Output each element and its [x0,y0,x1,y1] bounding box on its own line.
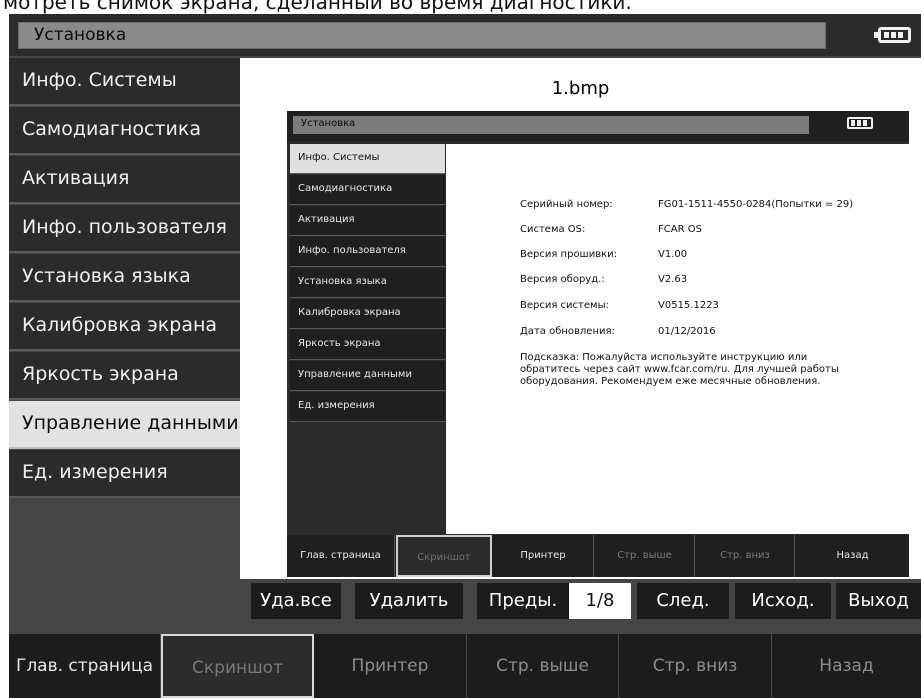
info-key: Версия оборуд.: [520,274,605,285]
info-value: FCAR OS [658,224,702,235]
menu-item-label: Активация [22,167,130,189]
screenshot-preview: Установка Инфо. Системы Самодиагностика … [287,111,909,577]
menu-item-data-management[interactable]: Управление данными [9,401,240,449]
menu-item-label: Калибровка экрана [22,314,218,336]
info-value: V2.63 [658,274,688,285]
preview-menu-label: Установка языка [298,276,387,287]
menu-item-label: Самодиагностика [22,118,202,140]
preview-menu-item: Ед. измерения [290,392,445,422]
preview-title: Установка [301,118,356,129]
preview-menu-item: Управление данными [290,361,445,391]
next-button[interactable]: След. [637,583,729,619]
settings-menu: Инфо. Системы Самодиагностика Активация … [9,58,240,499]
page-title: Установка [34,25,127,45]
menu-item-label: Инфо. Системы [22,69,177,91]
page: мотреть снимок экрана, сделанный во врем… [0,0,921,698]
preview-menu-label: Управление данными [298,369,412,380]
preview-header: Установка [287,111,909,141]
header-bar: Установка [9,14,921,56]
caption: мотреть снимок экрана, сделанный во врем… [0,0,921,14]
prev-button[interactable]: Преды. [477,583,569,619]
preview-bottom-bar: Глав. страница Скриншот Принтер Стр. выш… [287,535,909,577]
preview-home-button: Глав. страница [287,535,395,577]
delete-button[interactable]: Удалить [355,583,463,619]
device-screen: Установка Инфо. Системы Самодиагностика … [9,14,921,698]
info-key: Система OS: [520,224,586,235]
info-key: Дата обновления: [520,326,615,337]
preview-menu-label: Инфо. пользователя [298,245,406,256]
caption-text: мотреть снимок экрана, сделанный во врем… [3,0,632,14]
preview-menu-item: Инфо. пользователя [290,237,445,267]
preview-page-down-button: Стр. вниз [696,535,795,577]
info-value: V1.00 [658,249,688,260]
info-key: Версия прошивки: [520,249,618,260]
info-value: 01/12/2016 [658,326,716,337]
battery-icon [874,27,911,43]
menu-item-label: Яркость экрана [22,363,179,385]
preview-page-up-button: Стр. выше [595,535,695,577]
menu-item-label: Ед. измерения [22,461,168,483]
preview-menu-label: Инфо. Системы [298,152,380,163]
first-button[interactable]: Исход. [735,583,831,619]
preview-menu-item: Установка языка [290,268,445,298]
preview-printer-button: Принтер [493,535,594,577]
preview-menu-item: Инфо. Системы [290,144,445,174]
exit-button[interactable]: Выход [836,583,921,619]
preview-info-panel: Серийный номер: FG01-1511-4550-0284(Попы… [446,144,909,534]
preview-menu-item: Самодиагностика [290,175,445,205]
menu-item-user-info[interactable]: Инфо. пользователя [9,205,240,253]
preview-menu-label: Ед. измерения [298,400,375,411]
menu-item-units[interactable]: Ед. измерения [9,450,240,498]
menu-item-activation[interactable]: Активация [9,156,240,204]
preview-back-button: Назад [836,550,869,561]
printer-button[interactable]: Принтер [314,634,467,698]
menu-item-label: Установка языка [22,265,191,287]
info-value: V0515.1223 [658,300,719,311]
info-hint: Подсказка: Пожалуйста используйте инстру… [520,352,839,387]
preview-title-bar: Установка [293,116,809,134]
preview-menu-label: Активация [298,214,355,225]
preview-menu-label: Калибровка экрана [298,307,401,318]
screenshot-button[interactable]: Скриншот [161,634,314,698]
menu-item-label: Управление данными [22,412,239,434]
file-name: 1.bmp [551,78,610,99]
menu-item-calibration[interactable]: Калибровка экрана [9,303,240,351]
title-bar: Установка [18,22,826,49]
page-down-button[interactable]: Стр. вниз [619,634,772,698]
menu-item-system-info[interactable]: Инфо. Системы [9,58,240,106]
bottom-toolbar: Глав. страница Скриншот Принтер Стр. выш… [9,634,921,698]
info-key: Версия системы: [520,300,609,311]
page-up-button[interactable]: Стр. выше [467,634,619,698]
preview-battery-icon [847,117,873,129]
preview-menu-label: Самодиагностика [298,183,393,194]
menu-item-self-test[interactable]: Самодиагностика [9,107,240,155]
preview-menu: Инфо. Системы Самодиагностика Активация … [290,144,445,423]
home-button[interactable]: Глав. страница [9,634,161,698]
preview-menu-label: Яркость экрана [298,338,381,349]
info-key: Серийный номер: [520,199,613,210]
back-button[interactable]: Назад [772,634,921,698]
menu-item-brightness[interactable]: Яркость экрана [9,352,240,400]
preview-menu-item: Активация [290,206,445,236]
menu-item-label: Инфо. пользователя [22,216,227,238]
preview-menu-item: Яркость экрана [290,330,445,360]
delete-all-button[interactable]: Уда.все [251,583,341,619]
page-indicator: 1/8 [569,583,631,619]
info-value: FG01-1511-4550-0284(Попытки = 29) [658,199,854,210]
menu-item-language[interactable]: Установка языка [9,254,240,302]
preview-menu-item: Калибровка экрана [290,299,445,329]
preview-screenshot-button: Скриншот [396,535,492,577]
